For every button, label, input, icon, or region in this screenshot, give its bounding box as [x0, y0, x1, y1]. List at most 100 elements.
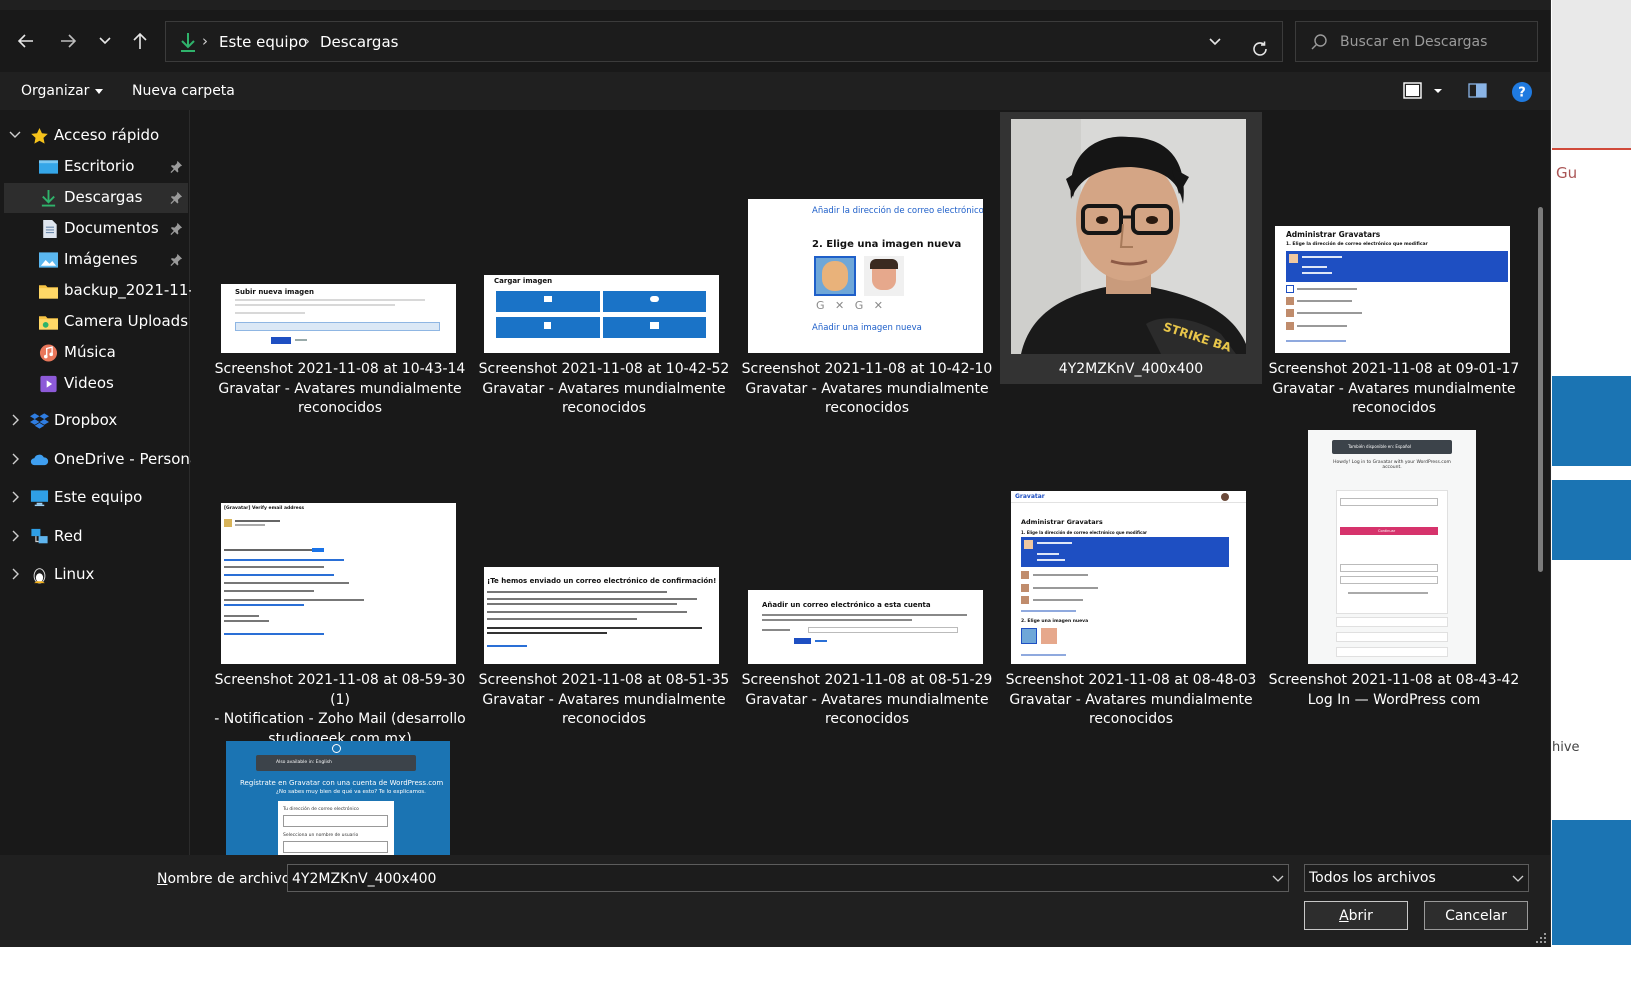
cancel-button[interactable]: Cancelar	[1424, 901, 1528, 930]
up-button[interactable]	[126, 26, 154, 56]
file-name-line: reconocidos	[561, 711, 647, 727]
nav-item-documentos[interactable]: Documentos	[0, 214, 190, 244]
file-open-dialog: › Este equipo › Descargas Organizar Nuev…	[0, 0, 1551, 947]
file-name-line: Gravatar - Avatares mundialmente	[1272, 380, 1516, 397]
nav-label: Linux	[54, 565, 95, 583]
address-bar[interactable]: › Este equipo › Descargas	[165, 21, 1283, 62]
background-text: Gu	[1556, 164, 1578, 182]
file-tile[interactable]: Añadir la dirección de correo electrónic…	[736, 196, 998, 420]
nav-item-imagenes[interactable]: Imágenes	[0, 245, 190, 275]
help-icon: ?	[1512, 82, 1532, 102]
breadcrumb-descargas[interactable]: Descargas	[320, 33, 398, 51]
address-row: › Este equipo › Descargas	[0, 10, 1550, 72]
recent-locations-button[interactable]	[91, 26, 119, 56]
nav-root-red[interactable]: Red	[0, 522, 190, 552]
arrow-up-icon	[133, 32, 147, 49]
chevron-right-icon[interactable]	[9, 414, 21, 426]
thumb-subtitle: 1. Elige la dirección de correo electrón…	[1286, 242, 1428, 247]
file-tile[interactable]: ¡Te hemos enviado un correo electrónico …	[473, 563, 735, 732]
nav-root-dropbox[interactable]: Dropbox	[0, 406, 190, 436]
nav-label: Red	[54, 527, 83, 545]
file-dialog-footer: Nombre de archivo: Todos los archivos Ab…	[0, 855, 1550, 947]
new-folder-button[interactable]: Nueva carpeta	[132, 83, 235, 99]
download-icon	[41, 189, 56, 207]
back-button[interactable]	[12, 26, 40, 56]
view-options-button[interactable]	[1403, 81, 1447, 105]
thumb-title: Howdy! Log in to Gravatar with your Word…	[1333, 460, 1451, 470]
file-name-line: Gravatar - Avatares mundialmente	[218, 380, 462, 397]
pin-icon[interactable]	[170, 160, 183, 173]
filename-combobox[interactable]	[287, 864, 1289, 892]
file-name-line: 4Y2MZKnV_400x400	[1058, 361, 1204, 377]
breadcrumb-este-equipo[interactable]: Este equipo	[219, 33, 307, 51]
nav-root-onedrive[interactable]: OneDrive - Personal	[0, 445, 203, 475]
thumb-title: 2. Elige una imagen nueva	[812, 239, 962, 250]
nav-label: Descargas	[64, 188, 143, 206]
file-tile[interactable]: Gravatar Administrar Gravatars 1. Elige …	[1000, 487, 1262, 732]
refresh-button[interactable]	[1245, 34, 1275, 64]
nav-label: OneDrive - Personal	[54, 450, 204, 468]
file-name: Screenshot 2021-11-08 at 08-51-29 Gravat…	[736, 671, 998, 730]
file-thumbnail: STRIKE BA	[1011, 119, 1246, 354]
file-tile[interactable]: [Gravatar] Verify email address Screensh…	[209, 499, 471, 747]
file-name-line: Log In — WordPress com	[1307, 691, 1481, 708]
address-history-dropdown[interactable]	[1202, 30, 1228, 54]
nav-label: Música	[64, 343, 116, 361]
filename-input[interactable]	[292, 869, 1252, 889]
chevron-right-icon[interactable]	[9, 491, 21, 503]
resize-grip-icon[interactable]	[1535, 932, 1547, 944]
organize-menu[interactable]: Organizar	[21, 83, 104, 99]
thumb-banner: También disponible en: Español	[1348, 444, 1412, 449]
nav-root-linux[interactable]: Linux	[0, 560, 190, 590]
pin-icon[interactable]	[170, 253, 183, 266]
file-name: Screenshot 2021-11-08 at 08-51-35 Gravat…	[473, 671, 735, 730]
chevron-down-icon	[99, 37, 111, 45]
nav-item-camera-uploads[interactable]: Camera Uploads	[0, 307, 190, 337]
nav-item-backup[interactable]: backup_2021-11-05	[0, 276, 213, 306]
file-name: Screenshot 2021-11-08 at 08-43-42 Log In…	[1263, 671, 1525, 710]
search-input[interactable]	[1340, 30, 1530, 54]
file-name-line: Screenshot 2021-11-08 at 08-59-30 (1)	[214, 672, 466, 708]
nav-item-descargas[interactable]: Descargas	[4, 183, 188, 213]
breadcrumb-separator: ›	[202, 32, 208, 50]
nav-item-escritorio[interactable]: Escritorio	[0, 152, 190, 182]
preview-pane-button[interactable]	[1468, 81, 1488, 105]
file-type-select[interactable]: Todos los archivos	[1304, 864, 1529, 892]
nav-item-musica[interactable]: Música	[0, 338, 190, 368]
pin-icon[interactable]	[170, 191, 183, 204]
pin-icon[interactable]	[170, 222, 183, 235]
nav-label: Acceso rápido	[54, 126, 160, 144]
chevron-right-icon[interactable]	[9, 530, 21, 542]
file-tile[interactable]: Añadir un correo electrónico a esta cuen…	[736, 586, 998, 732]
chevron-right-icon[interactable]	[9, 568, 21, 580]
chevron-down-icon[interactable]	[9, 129, 21, 141]
file-tile-selected[interactable]: STRIKE BA 4Y2MZKnV_400x400	[1000, 112, 1262, 384]
search-box[interactable]	[1295, 21, 1538, 62]
nav-quick-access[interactable]: Acceso rápido	[0, 121, 190, 151]
file-name-line: Gravatar - Avatares mundialmente	[745, 691, 989, 708]
nav-label: Este equipo	[54, 488, 143, 506]
nav-item-videos[interactable]: Videos	[0, 369, 190, 399]
scrollbar-thumb[interactable]	[1538, 207, 1543, 572]
help-button[interactable]: ?	[1511, 81, 1533, 107]
pictures-icon	[39, 252, 58, 268]
chevron-down-icon[interactable]	[1272, 873, 1284, 883]
file-thumbnail: Administrar Gravatars 1. Elige la direcc…	[1275, 226, 1510, 353]
chevron-right-icon[interactable]	[9, 453, 21, 465]
chevron-down-icon	[1512, 875, 1524, 882]
file-name-line: Gravatar - Avatares mundialmente	[1009, 691, 1253, 708]
file-tile[interactable]: Administrar Gravatars 1. Elige la direcc…	[1263, 222, 1525, 420]
nav-root-este-equipo[interactable]: Este equipo	[0, 483, 190, 513]
video-icon	[40, 375, 57, 393]
forward-button[interactable]	[54, 26, 82, 56]
file-name-line: Screenshot 2021-11-08 at 08-51-35	[478, 672, 730, 688]
file-tile[interactable]: Cargar imagen Screenshot 2021-11-08 at 1…	[473, 272, 735, 420]
nav-label: Imágenes	[64, 250, 138, 268]
file-tile[interactable]: También disponible en: Español Howdy! Lo…	[1263, 426, 1525, 732]
file-tile[interactable]: Also available in: English Regístrate en…	[209, 738, 471, 855]
title-bar	[0, 0, 1550, 10]
file-tile[interactable]: Subir nueva imagen Screenshot 2021-11-08…	[209, 280, 471, 420]
onedrive-icon	[30, 454, 49, 466]
open-button[interactable]: Abrir	[1304, 901, 1408, 930]
file-name: 4Y2MZKnV_400x400	[1000, 360, 1262, 380]
